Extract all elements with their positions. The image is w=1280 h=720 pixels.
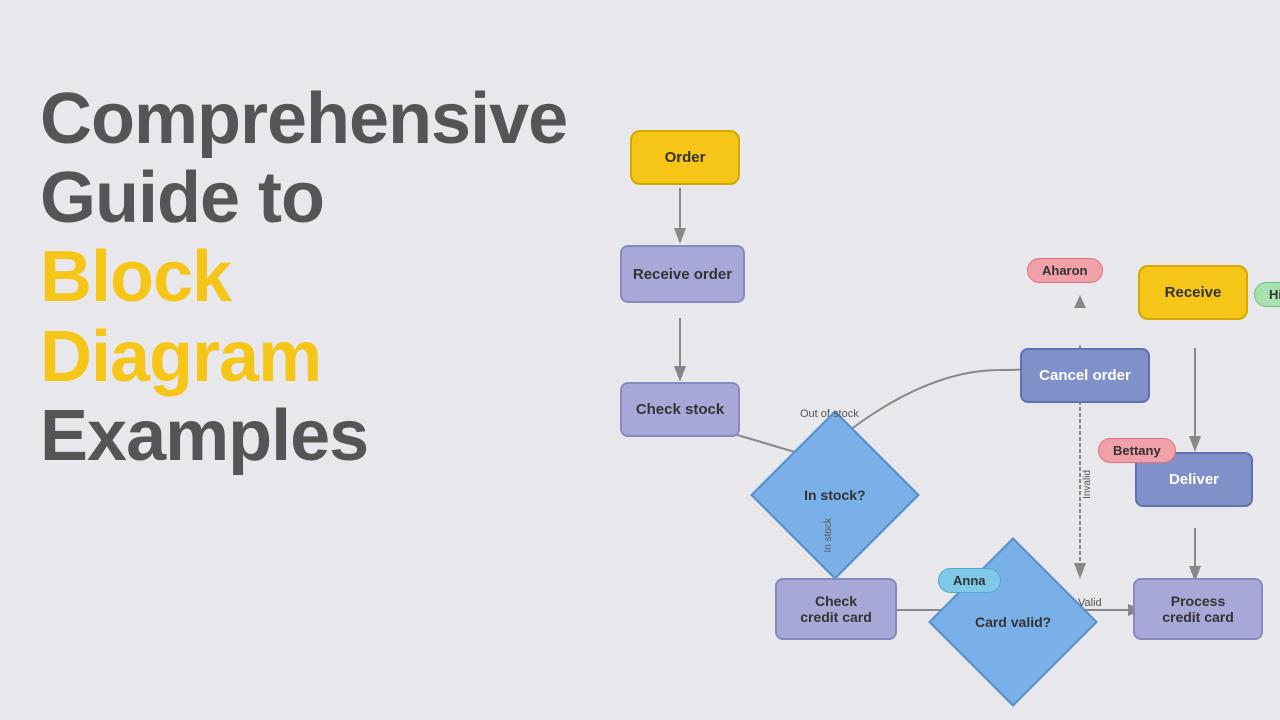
title-line2: Guide to — [40, 159, 530, 238]
title-line1: Comprehensive — [40, 80, 530, 159]
in-stock-label: In stock — [823, 518, 834, 552]
anna-pill: Anna — [938, 568, 1001, 593]
in-stock-diamond: In stock? — [750, 410, 920, 580]
valid-label: Valid — [1078, 597, 1102, 609]
out-of-stock-label: Out of stock — [800, 408, 859, 420]
invalid-label: Invalid — [1082, 470, 1093, 499]
check-credit-node: Check credit card — [775, 578, 897, 640]
aharon-pill: Aharon — [1027, 258, 1103, 283]
receive-node: Receive — [1138, 265, 1248, 320]
title-area: Comprehensive Guide to Block Diagram Exa… — [40, 80, 530, 476]
receive-order-node: Receive order — [620, 245, 745, 303]
check-stock-node: Check stock — [620, 382, 740, 437]
flowchart-diagram: Order Receive order Check stock In stock… — [580, 100, 1280, 640]
title-examples: Examples — [40, 397, 530, 476]
process-credit-node: Process credit card — [1133, 578, 1263, 640]
himali-pill: Himali — [1254, 282, 1280, 307]
card-valid-diamond: Card valid? — [928, 537, 1098, 707]
bettany-pill: Bettany — [1098, 438, 1176, 463]
title-block-diagram: Block Diagram — [40, 238, 530, 396]
order-node: Order — [630, 130, 740, 185]
cancel-order-node: Cancel order — [1020, 348, 1150, 403]
